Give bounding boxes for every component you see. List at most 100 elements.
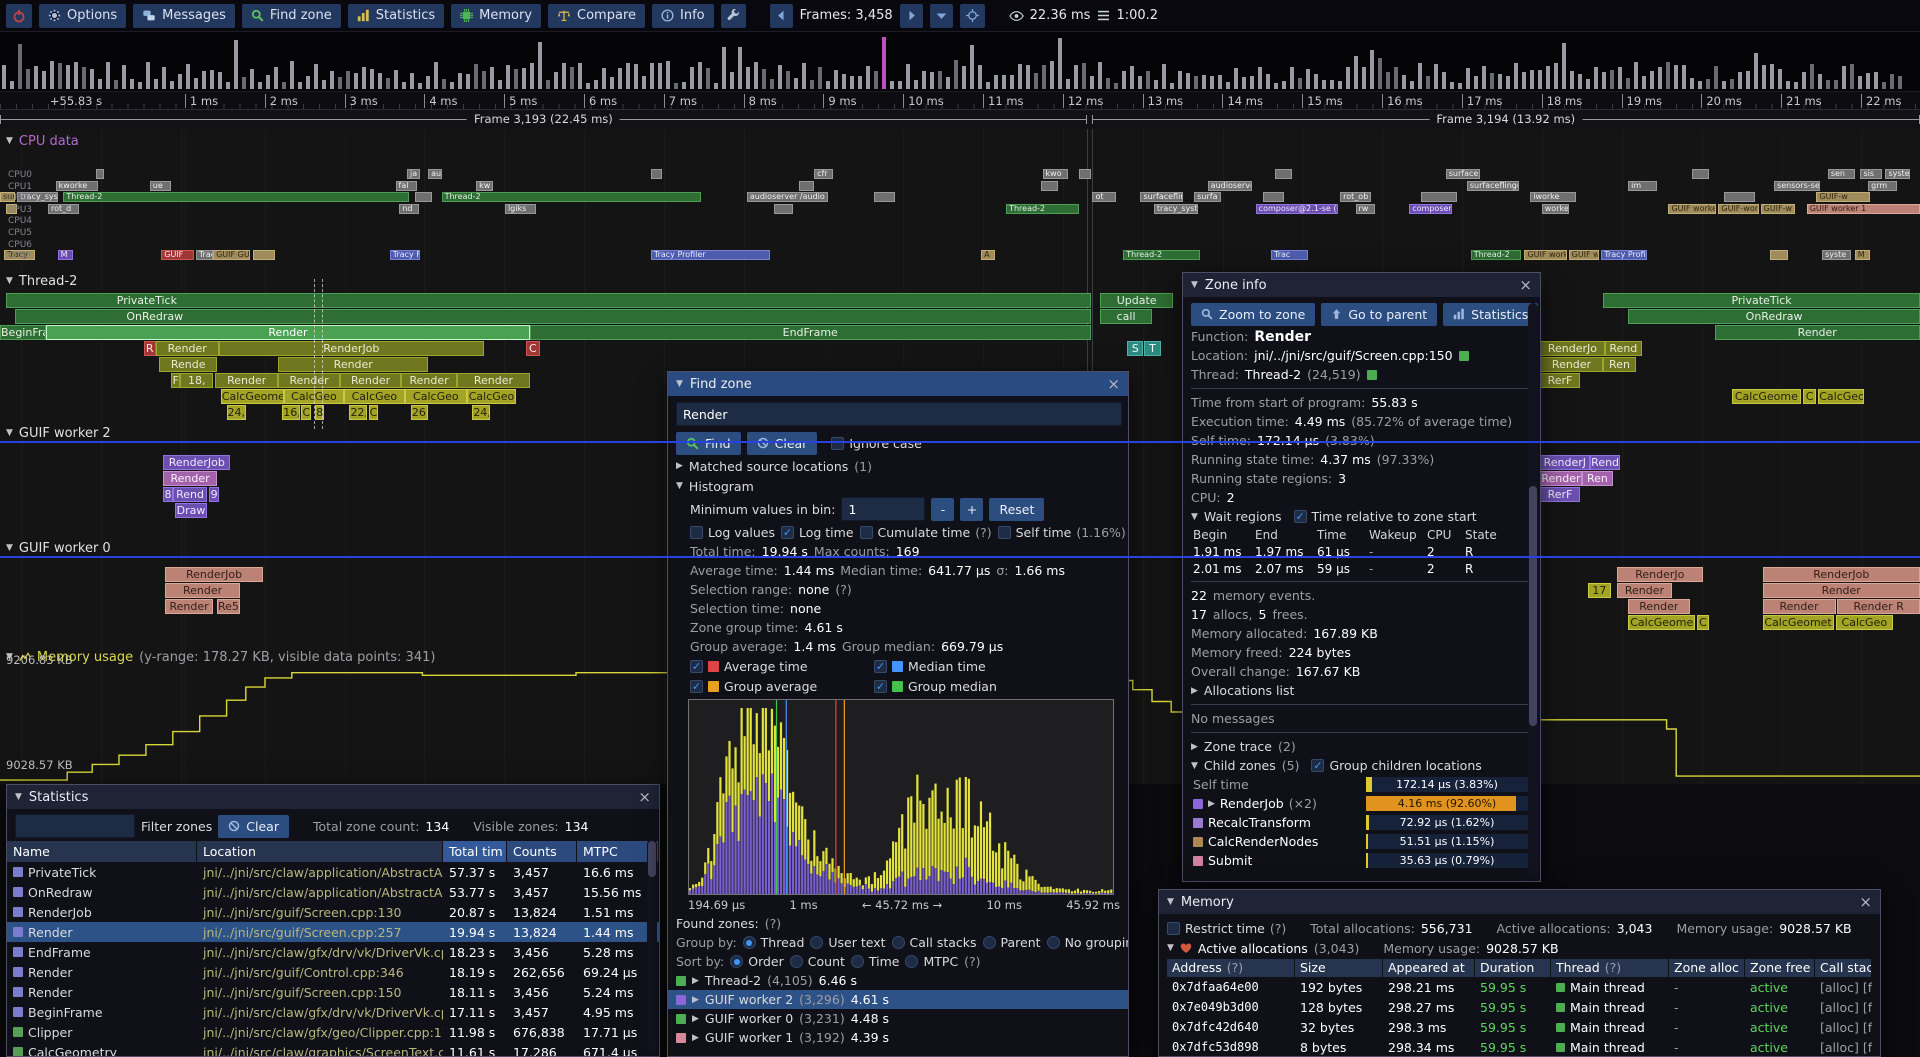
zone[interactable]: Render — [165, 599, 213, 614]
cpu-zone[interactable]: ot — [1092, 192, 1115, 202]
matched-locations-row[interactable]: ▶ Matched source locations (1) — [668, 456, 1128, 476]
cpu-zone[interactable]: im — [1628, 181, 1657, 191]
thread-header-guif-worker-0[interactable]: ▼GUIF worker 0 — [6, 540, 111, 556]
active-allocations-row[interactable]: ▼Active allocations(3,043)Memory usage:9… — [1159, 938, 1880, 958]
statistics-titlebar[interactable]: ▼ Statistics × — [7, 785, 659, 809]
thread-header-guif-worker-2[interactable]: ▼GUIF worker 2 — [6, 425, 111, 441]
cpu-zone[interactable]: au — [428, 169, 441, 179]
zone[interactable]: Render — [215, 373, 278, 388]
memory-titlebar[interactable]: ▼ Memory × — [1159, 890, 1880, 914]
cpu-zone[interactable]: GUIF GUIF wor — [213, 250, 249, 260]
zone[interactable]: Render — [163, 471, 217, 486]
cpu-zone[interactable]: ja — [407, 169, 420, 179]
zone[interactable]: 17 — [1588, 583, 1611, 598]
cpu-zone[interactable]: surfaceflinger — [1467, 181, 1519, 191]
close-icon[interactable]: × — [638, 790, 651, 805]
zone[interactable]: CalcGeome — [1732, 389, 1801, 404]
cpu-zone[interactable]: grm — [1868, 181, 1897, 191]
toggle-cumulate-time[interactable]: Cumulate time(?) — [860, 525, 992, 540]
found-group-row[interactable]: ▶GUIF worker 0(3,231)4.48 s — [668, 1009, 1128, 1028]
sort-by-option-time[interactable]: Time — [851, 954, 900, 969]
group-by-option-no-grouping[interactable]: No grouping — [1047, 935, 1128, 950]
cpu-zone[interactable]: sensors-se — [1774, 181, 1820, 191]
cpu-zone[interactable]: rot_ob — [1340, 192, 1371, 202]
cpu-zone[interactable]: surfa — [1194, 192, 1221, 202]
zone[interactable]: C — [526, 341, 539, 356]
scrollbar[interactable] — [647, 839, 657, 1052]
found-group-row[interactable]: ▶Thread-2(4,105)6.46 s — [668, 971, 1128, 990]
frame-overview-strip[interactable] — [0, 32, 1920, 92]
cpu-zone[interactable] — [1041, 181, 1058, 191]
cpu-zone[interactable] — [96, 169, 104, 179]
zone[interactable]: 24, — [227, 405, 246, 420]
zone[interactable]: C — [301, 405, 311, 420]
toggle-self-time[interactable]: Self time(1.16%) — [998, 525, 1126, 540]
collapse-icon[interactable]: ▼ — [15, 792, 22, 802]
cpu-zone[interactable]: M — [58, 250, 73, 260]
zone[interactable]: CalcGeo — [405, 389, 466, 404]
zone[interactable]: RenderJ — [1540, 455, 1590, 470]
memory-column-size[interactable]: Size — [1295, 959, 1382, 977]
cpu-zone[interactable] — [415, 192, 432, 202]
cpu-zone[interactable]: worke — [1542, 204, 1569, 214]
child-zone-row[interactable]: ▶RenderJob(×2)4.16 ms (92.60%) — [1183, 794, 1540, 813]
cpu-zone[interactable]: rw — [1356, 204, 1375, 214]
cpu-zone[interactable]: GUIF — [161, 250, 194, 260]
zone[interactable]: Rend — [173, 487, 208, 502]
stats-column-mtpc[interactable]: MTPC — [577, 841, 658, 862]
zone[interactable]: RerF — [1540, 373, 1580, 388]
close-icon[interactable]: × — [1859, 895, 1872, 910]
cpu-zone[interactable]: sen — [1828, 169, 1855, 179]
zone[interactable]: RenderJob — [163, 455, 230, 470]
child-zone-row[interactable]: Self time172.14 μs (3.83%) — [1183, 775, 1540, 794]
stats-row[interactable]: PrivateTickjni/../jni/src/claw/applicati… — [7, 862, 659, 882]
zone[interactable]: Render — [1715, 325, 1920, 340]
zone[interactable]: EndFrame — [530, 325, 1091, 340]
collapse-icon[interactable]: ▼ — [1191, 280, 1198, 290]
zone[interactable]: RerF — [1540, 487, 1580, 502]
zone[interactable]: Render — [340, 373, 401, 388]
cpu-zone[interactable]: Trac — [1271, 250, 1307, 260]
cpu-zone[interactable] — [1724, 192, 1755, 202]
zone[interactable]: Render — [1628, 599, 1689, 614]
zone[interactable]: Rende — [159, 357, 217, 372]
toggle-log-values[interactable]: Log values — [690, 525, 775, 540]
scrollbar-thumb[interactable] — [648, 841, 656, 877]
stats-row[interactable]: Renderjni/../jni/src/guif/Control.cpp:34… — [7, 962, 659, 982]
go-to-parent-button[interactable]: Go to parent — [1321, 303, 1437, 326]
cpu-zone[interactable]: lgiks — [505, 204, 536, 214]
cpu-zone[interactable]: rot_d — [48, 204, 79, 214]
memory-usage-header[interactable]: ▼Memory usage(y-range: 178.27 KB, visibl… — [6, 649, 435, 665]
sort-by-option-order[interactable]: Order — [730, 954, 784, 969]
options-button[interactable]: Options — [39, 4, 126, 28]
zone-trace-row[interactable]: ▶ Zone trace (2) — [1183, 737, 1540, 756]
collapse-icon[interactable]: ▼ — [1191, 761, 1198, 771]
search-input[interactable] — [676, 402, 1122, 426]
collapse-icon[interactable]: ▼ — [676, 379, 683, 389]
zone[interactable]: C — [1697, 615, 1709, 630]
zone[interactable]: R — [144, 341, 156, 356]
cpu-zone[interactable]: A — [981, 250, 994, 260]
group-by-option-call-stacks[interactable]: Call stacks — [892, 935, 977, 950]
zone[interactable]: RenderJob — [165, 567, 263, 582]
zone[interactable]: CalcGeo — [344, 389, 405, 404]
wait-regions-row[interactable]: ▼ Wait regions ✓Time relative to zone st… — [1183, 507, 1540, 526]
cpu-zone[interactable]: Thread-2 — [63, 192, 409, 202]
cpu-zone[interactable]: surface — [1446, 169, 1481, 179]
wait-column-begin[interactable]: Begin — [1193, 528, 1255, 542]
cpu-zone[interactable]: kworke — [56, 181, 98, 191]
cpu-zone[interactable]: syste — [1822, 250, 1851, 260]
collapse-icon[interactable]: ▼ — [676, 481, 683, 491]
cpu-zone[interactable]: cfr — [814, 169, 833, 179]
zone[interactable]: RenderJob — [1763, 567, 1920, 582]
clear-button[interactable]: Clear — [747, 432, 818, 455]
histogram-section-row[interactable]: ▼ Histogram — [668, 476, 1128, 496]
cpu-zone[interactable]: Thread-2 — [1123, 250, 1200, 260]
cpu-zone[interactable]: GUIF w — [1569, 250, 1600, 260]
zone[interactable]: RenderJob — [219, 341, 484, 356]
cpu-zone[interactable]: system_is — [1885, 169, 1910, 179]
zone[interactable]: T — [1144, 341, 1160, 356]
memory-button[interactable]: Memory — [451, 4, 541, 28]
stats-row[interactable]: EndFramejni/../jni/src/claw/gfx/drv/vk/D… — [7, 942, 659, 962]
expand-icon[interactable]: ▶ — [1191, 742, 1198, 752]
